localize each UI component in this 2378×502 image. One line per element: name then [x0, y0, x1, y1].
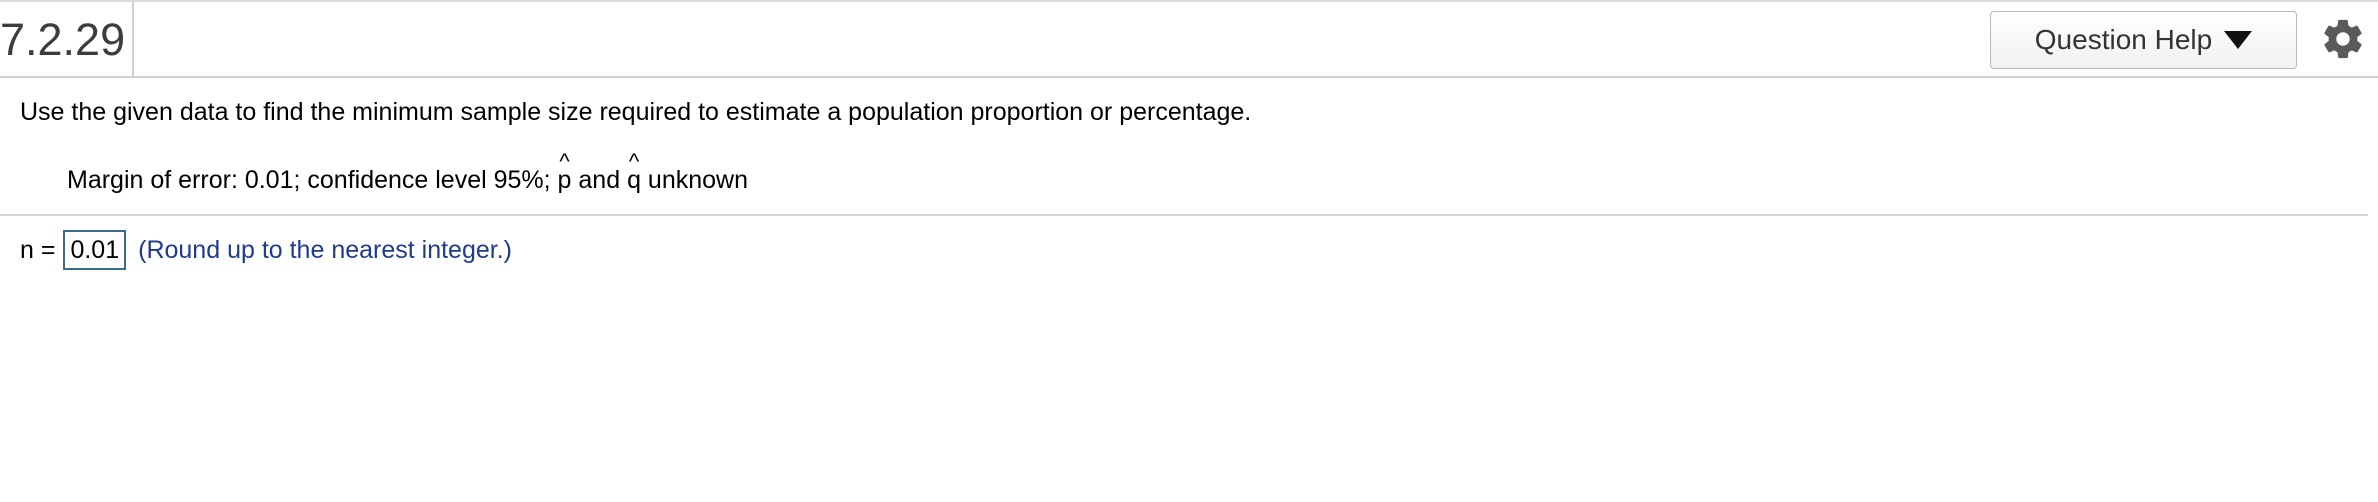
given-data: Margin of error: 0.01; confidence level … [67, 166, 748, 195]
p-hat-symbol: p [558, 166, 572, 195]
question-help-button[interactable]: Question Help [1990, 11, 2297, 69]
question-number: 7.2.29 [0, 2, 134, 76]
question-instruction: Use the given data to find the minimum s… [20, 98, 1252, 126]
answer-label: n = [20, 235, 56, 264]
q-hat-symbol: q [627, 166, 641, 195]
answer-input[interactable]: 0.01 [63, 230, 127, 270]
answer-row: n = 0.01 (Round up to the nearest intege… [20, 229, 512, 271]
unknown-text: unknown [640, 166, 748, 194]
triangle-down-icon [2224, 31, 2253, 49]
question-page: 7.2.29 Question Help Use the given data … [0, 0, 2378, 502]
question-help-label: Question Help [2034, 24, 2213, 55]
given-prefix: Margin of error: 0.01; confidence level … [67, 166, 558, 194]
and-text: and [571, 166, 628, 194]
question-header: 7.2.29 Question Help [0, 2, 2378, 78]
gear-icon[interactable] [2320, 16, 2366, 62]
section-divider [0, 214, 2368, 216]
answer-hint: (Round up to the nearest integer.) [138, 235, 512, 264]
